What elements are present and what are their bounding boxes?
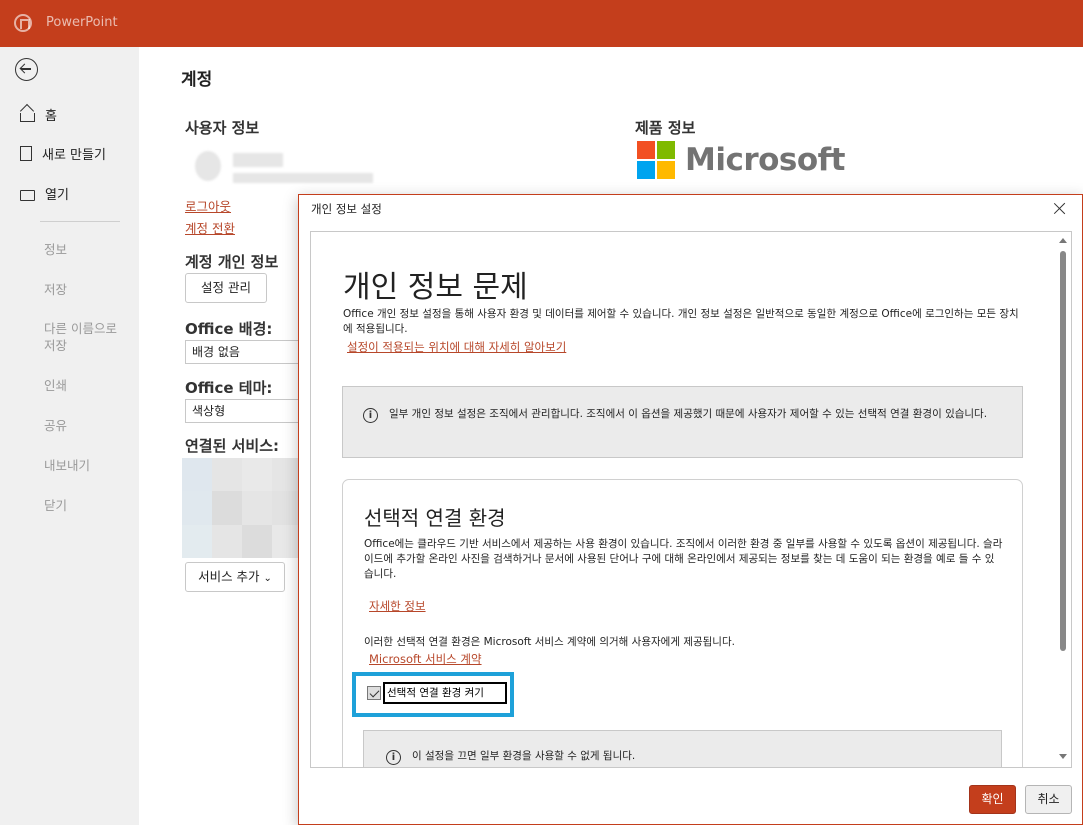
powerpoint-logo-icon	[14, 14, 32, 32]
dialog-title: 개인 정보 설정	[311, 202, 382, 216]
privacy-intro-text: Office 개인 정보 설정을 통해 사용자 환경 및 데이터를 제어할 수 …	[343, 308, 1019, 335]
close-icon[interactable]	[1051, 200, 1069, 218]
home-icon	[20, 113, 35, 122]
nav-item-save-as: 다른 이름으로 저장	[44, 321, 117, 353]
backstage-nav: 홈 새로 만들기 열기 정보 저장 다른 이름으로 저장 인쇄 공유 내보내기 …	[0, 47, 139, 825]
optional-experiences-checkbox[interactable]	[367, 686, 381, 700]
office-background-select[interactable]: 배경 없음	[185, 340, 301, 364]
nav-item-export: 내보내기	[44, 458, 91, 473]
user-email-redacted	[233, 173, 373, 183]
privacy-settings-dialog: 개인 정보 설정 개인 정보 문제 Office 개인 정보 설정을 통해 사용…	[298, 194, 1083, 825]
connected-services-label: 연결된 서비스:	[185, 437, 280, 455]
logo-square-yellow	[657, 161, 675, 179]
warning-box: i 이 설정을 끄면 일부 환경을 사용할 수 없게 됩니다.	[363, 730, 1002, 767]
manage-settings-button[interactable]: 설정 관리	[185, 273, 267, 303]
logo-square-red	[637, 141, 655, 159]
add-service-button[interactable]: 서비스 추가 ⌄	[185, 562, 285, 592]
nav-item-home[interactable]: 홈	[20, 105, 57, 124]
optional-experiences-description: Office에는 클라우드 기반 서비스에서 제공하는 사용 환경이 있습니다.…	[364, 538, 1003, 580]
chevron-down-icon: ⌄	[263, 573, 272, 584]
scrollbar-thumb[interactable]	[1060, 251, 1066, 651]
logo-square-blue	[637, 161, 655, 179]
folder-icon	[20, 189, 35, 201]
managed-notice-box: i 일부 개인 정보 설정은 조직에서 관리합니다. 조직에서 이 옵션을 제공…	[342, 386, 1023, 458]
page-title: 계정	[181, 70, 213, 90]
nav-item-label: 새로 만들기	[42, 148, 106, 163]
microsoft-wordmark: Microsoft	[685, 142, 846, 178]
checkbox-highlight: 선택적 연결 환경 켜기	[352, 672, 514, 717]
back-arrow-icon[interactable]	[15, 58, 38, 81]
nav-item-open[interactable]: 열기	[20, 184, 69, 203]
ok-button[interactable]: 확인	[969, 785, 1016, 814]
optional-experiences-title: 선택적 연결 환경	[364, 506, 506, 530]
add-service-label: 서비스 추가	[198, 569, 260, 584]
account-privacy-heading: 계정 개인 정보	[185, 253, 279, 271]
user-info-heading: 사용자 정보	[185, 119, 260, 137]
nav-item-label: 열기	[45, 188, 69, 203]
title-bar: PowerPoint	[0, 0, 1083, 47]
nav-item-share: 공유	[44, 418, 68, 433]
nav-item-close: 닫기	[44, 498, 68, 513]
optional-experiences-checkbox-label[interactable]: 선택적 연결 환경 켜기	[383, 682, 507, 704]
dialog-content-pane: 개인 정보 문제 Office 개인 정보 설정을 통해 사용자 환경 및 데이…	[310, 231, 1072, 768]
nav-item-save: 저장	[44, 282, 68, 297]
warning-text: 이 설정을 끄면 일부 환경을 사용할 수 없게 됩니다.	[412, 750, 636, 762]
document-icon	[20, 146, 32, 161]
office-background-label: Office 배경:	[185, 320, 273, 338]
privacy-heading: 개인 정보 문제	[343, 270, 528, 305]
vertical-scrollbar[interactable]	[1055, 232, 1071, 767]
microsoft-logo: Microsoft	[637, 141, 846, 179]
logo-square-green	[657, 141, 675, 159]
nav-item-print: 인쇄	[44, 378, 68, 393]
more-details-link[interactable]: 자세한 정보	[369, 598, 426, 614]
optional-experiences-card: 선택적 연결 환경 Office에는 클라우드 기반 서비스에서 제공하는 사용…	[342, 479, 1023, 767]
nav-item-label: 홈	[45, 109, 57, 124]
info-icon: i	[363, 408, 378, 423]
service-agreement-link[interactable]: Microsoft 서비스 계약	[369, 651, 482, 667]
learn-more-link[interactable]: 설정이 적용되는 위치에 대해 자세히 알아보기	[347, 339, 566, 355]
user-name-redacted	[233, 153, 283, 167]
nav-divider	[40, 221, 120, 222]
scroll-up-arrow-icon[interactable]	[1059, 238, 1067, 243]
logout-link[interactable]: 로그아웃	[185, 196, 231, 215]
connected-services-redacted	[182, 458, 302, 558]
nav-item-new[interactable]: 새로 만들기	[20, 144, 106, 163]
cancel-button[interactable]: 취소	[1025, 785, 1072, 814]
switch-account-link[interactable]: 계정 전환	[185, 218, 235, 237]
product-info-heading: 제품 정보	[635, 119, 696, 137]
app-title: PowerPoint	[46, 15, 118, 30]
office-theme-select[interactable]: 색상형	[185, 399, 301, 423]
info-icon: i	[386, 750, 401, 765]
managed-notice-text: 일부 개인 정보 설정은 조직에서 관리합니다. 조직에서 이 옵션을 제공했기…	[389, 408, 988, 420]
microsoft-windows-grid-icon	[637, 141, 675, 179]
office-theme-label: Office 테마:	[185, 379, 273, 397]
nav-item-info: 정보	[44, 242, 68, 257]
scroll-down-arrow-icon[interactable]	[1059, 754, 1067, 759]
avatar	[195, 151, 221, 181]
service-agreement-text: 이러한 선택적 연결 환경은 Microsoft 서비스 계약에 의거해 사용자…	[364, 636, 735, 648]
